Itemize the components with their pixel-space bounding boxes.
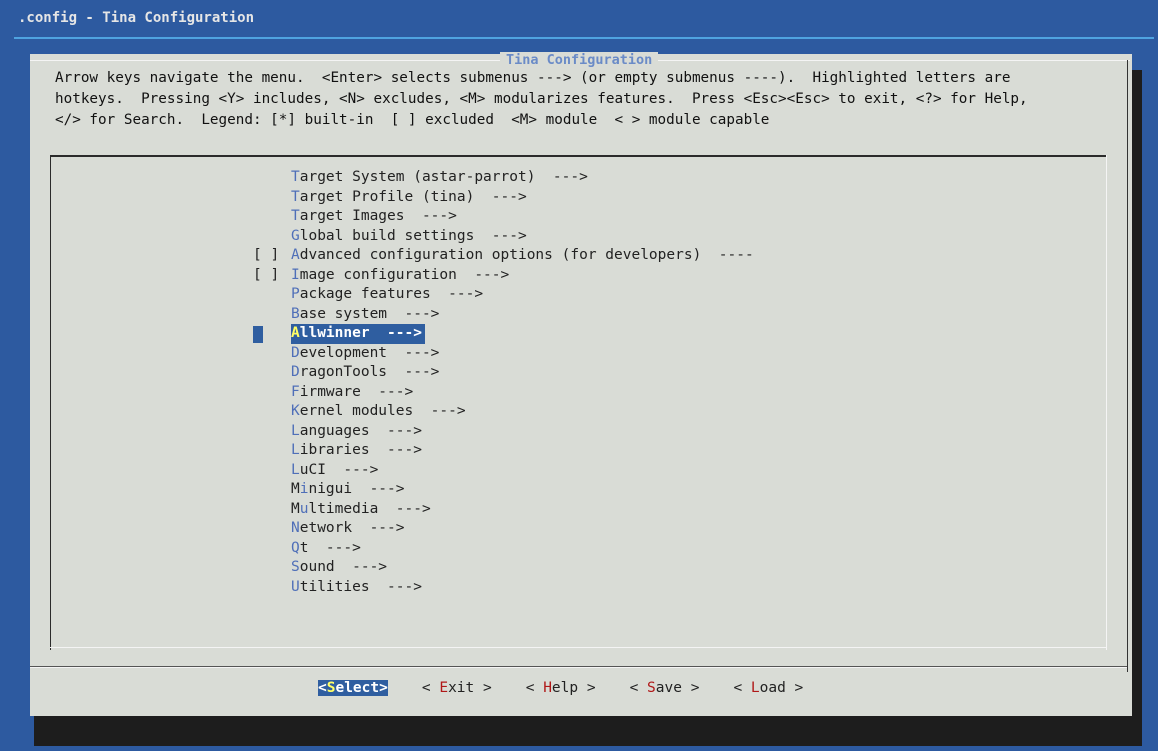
- dialog-title: Tina Configuration: [500, 52, 659, 68]
- menu-item-label: Sound --->: [291, 558, 387, 578]
- menu-item-hotkey: Q: [291, 539, 300, 556]
- menu-item-rest: llwinner --->: [299, 325, 422, 341]
- menu-item-rest: dvanced configuration options (for devel…: [299, 247, 754, 263]
- menu-item-hotkey: A: [291, 325, 300, 341]
- menu-item-hotkey: P: [291, 286, 300, 302]
- menu-item-checkbox[interactable]: [ ]: [253, 266, 291, 286]
- menu-item-hotkey: U: [291, 578, 300, 595]
- menu-item-label: Package features --->: [291, 285, 483, 305]
- menu-item-rest: mage configuration --->: [299, 266, 510, 283]
- menu-item-label: Network --->: [291, 519, 405, 539]
- help-text: Arrow keys navigate the menu. <Enter> se…: [55, 68, 1120, 131]
- menu-item-label: Target Images --->: [291, 207, 457, 227]
- menu-item-hotkey: N: [291, 520, 300, 536]
- menu-item-label: Allwinner --->: [291, 324, 425, 344]
- menu-item-label: Utilities --->: [291, 578, 422, 598]
- menu-item-label: Advanced configuration options (for deve…: [291, 246, 754, 266]
- help-line-1: Arrow keys navigate the menu. <Enter> se…: [55, 70, 1011, 86]
- menu-item-label: Firmware --->: [291, 383, 413, 403]
- menu-item-hotkey: L: [291, 442, 300, 458]
- menu-item-rest: t --->: [299, 539, 361, 556]
- menu-item-rest: ernel modules --->: [299, 403, 466, 419]
- menu-item-label: Development --->: [291, 344, 439, 364]
- menu-item-rest: ragonTools --->: [299, 364, 440, 380]
- menu-item-rest: arget Profile (tina) --->: [299, 188, 527, 205]
- menu-item-rest: irmware --->: [299, 383, 414, 400]
- selection-marker: [253, 326, 263, 343]
- save-button[interactable]: < Save >: [630, 680, 700, 696]
- menu-item-rest: ound --->: [299, 559, 388, 575]
- menu-item-label: Base system --->: [291, 305, 439, 325]
- menu-item-rest: evelopment --->: [299, 344, 440, 361]
- menu-item-hotkey: I: [291, 266, 300, 283]
- menu-item-hotkey: T: [291, 188, 300, 205]
- menu-item-hotkey: K: [291, 403, 300, 419]
- menu-item-label: Languages --->: [291, 422, 422, 442]
- menu-item-label: Minigui --->: [291, 480, 405, 500]
- menu-item-label: Image configuration --->: [291, 266, 509, 286]
- help-line-2: hotkeys. Pressing <Y> includes, <N> excl…: [55, 91, 1028, 107]
- menu-item-hotkey: F: [291, 383, 300, 400]
- menu-item-hotkey: B: [291, 305, 300, 322]
- menu-item-rest: ibraries --->: [299, 442, 422, 458]
- help-button[interactable]: < Help >: [526, 680, 596, 696]
- menu-item-rest: arget Images --->: [299, 208, 457, 224]
- select-button[interactable]: <Select>: [318, 680, 388, 696]
- help-line-3: </> for Search. Legend: [*] built-in [ ]…: [55, 112, 770, 128]
- menu-item-rest: ltimedia --->: [308, 500, 431, 517]
- menu-item-rest: arget System (astar-parrot) --->: [299, 169, 588, 185]
- menu-item-prefix: M: [291, 481, 300, 497]
- menu-item-rest: uCI --->: [299, 461, 379, 478]
- menu-item-hotkey: D: [291, 364, 300, 380]
- menu-item-checkbox[interactable]: [ ]: [253, 246, 291, 266]
- menu-item-hotkey: S: [291, 559, 300, 575]
- menu-item-label: Target System (astar-parrot) --->: [291, 168, 588, 188]
- menu-item-rest: ase system --->: [299, 305, 440, 322]
- menu-item-rest: tilities --->: [299, 578, 422, 595]
- window-title: .config - Tina Configuration: [18, 10, 255, 26]
- terminal-title-bar: .config - Tina Configuration: [0, 0, 1158, 39]
- menu-item-label: Kernel modules --->: [291, 402, 466, 422]
- menu-item-rest: etwork --->: [299, 520, 405, 536]
- menu-item-hotkey: G: [291, 227, 300, 244]
- menuconfig-dialog: Tina Configuration Arrow keys navigate t…: [30, 52, 1132, 716]
- exit-button[interactable]: < Exit >: [422, 680, 492, 696]
- menu-item-label: Multimedia --->: [291, 500, 431, 520]
- menu-item-label: Global build settings --->: [291, 227, 527, 247]
- menu-item-label: Target Profile (tina) --->: [291, 188, 527, 208]
- title-separator: [14, 37, 1154, 39]
- load-button[interactable]: < Load >: [733, 680, 803, 696]
- dialog-right-border: [1127, 60, 1128, 672]
- menu-item-rest: nigui --->: [308, 481, 405, 497]
- menu-item-hotkey: A: [291, 247, 300, 263]
- menu-item-label: LuCI --->: [291, 461, 378, 481]
- menu-item-hotkey: L: [291, 422, 300, 439]
- menu-item-rest: ackage features --->: [299, 286, 484, 302]
- menu-item-hotkey: L: [291, 461, 300, 478]
- menu-item-prefix: M: [291, 500, 300, 517]
- menu-item-label: DragonTools --->: [291, 363, 439, 383]
- menu-item-rest: lobal build settings --->: [299, 227, 527, 244]
- menu-item-hotkey: D: [291, 344, 300, 361]
- button-bar: <Select> < Exit > < Help > < Save > < Load >: [318, 680, 837, 696]
- menu-item-label: Qt --->: [291, 539, 361, 559]
- menu-item-hotkey: T: [291, 208, 300, 224]
- menu-item-hotkey: T: [291, 169, 300, 185]
- menu-item-label: Libraries --->: [291, 441, 422, 461]
- menu-box: [50, 155, 1107, 650]
- menu-item-rest: anguages --->: [299, 422, 422, 439]
